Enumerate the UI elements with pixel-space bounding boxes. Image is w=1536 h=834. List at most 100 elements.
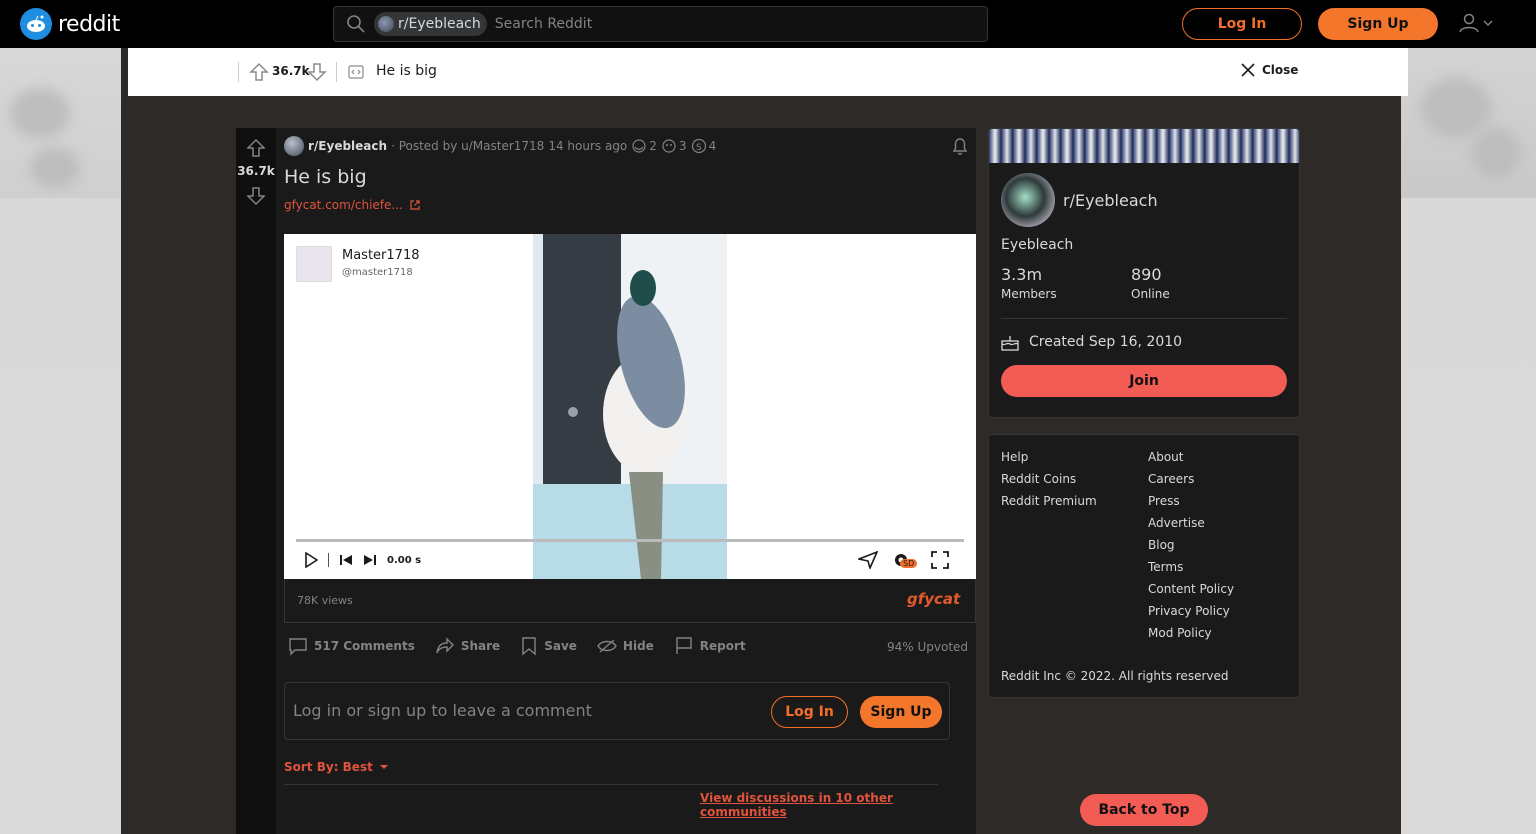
- video-progress-bar[interactable]: [296, 539, 964, 542]
- divider: [238, 62, 239, 82]
- join-button[interactable]: Join: [1001, 365, 1287, 397]
- video-author: Master1718 @master1718: [296, 246, 419, 282]
- share-button[interactable]: Share: [435, 636, 500, 656]
- created-date: Created Sep 16, 2010: [1029, 334, 1183, 350]
- footer-link[interactable]: Content Policy: [1148, 581, 1234, 597]
- back-to-top-button[interactable]: Back to Top: [1080, 794, 1208, 826]
- award-count: 2: [649, 139, 657, 153]
- share-icon: [436, 637, 454, 654]
- search-community-chip[interactable]: r/Eyebleach: [374, 12, 487, 36]
- divider: [336, 62, 337, 82]
- fullscreen-icon[interactable]: [931, 551, 950, 569]
- online-label: Online: [1131, 287, 1170, 301]
- post-actions: 517 Comments Share Save Hide Report: [288, 636, 746, 656]
- post-score: 36.7k: [272, 64, 310, 78]
- post-meta: r/Eyebleach · Posted by u/Master1718 14 …: [284, 136, 716, 156]
- community-avatar[interactable]: [1001, 173, 1055, 227]
- post-container: 36.7k r/Eyebleach · Posted by u/Master17…: [236, 128, 976, 834]
- sort-by-label: Sort By: Best: [284, 760, 373, 774]
- divider: [284, 784, 938, 785]
- share-video-icon[interactable]: [858, 551, 878, 569]
- award-badge[interactable]: 2: [631, 138, 657, 154]
- other-discussions-link[interactable]: View discussions in 10 other communities: [700, 791, 976, 819]
- footer-link[interactable]: Advertise: [1148, 515, 1234, 531]
- next-frame-icon[interactable]: [363, 553, 377, 567]
- signup-button[interactable]: Sign Up: [1318, 8, 1438, 40]
- cake-icon: [1001, 336, 1019, 351]
- comment-signup-button[interactable]: Sign Up: [860, 696, 942, 728]
- save-button[interactable]: Save: [520, 636, 577, 656]
- play-icon[interactable]: [304, 552, 318, 568]
- video-controls-right: SD: [858, 551, 950, 569]
- chevron-down-icon: [1483, 20, 1493, 27]
- community-card: r/Eyebleach Eyebleach 3.3m Members 890 O…: [988, 128, 1300, 418]
- footer-link[interactable]: Careers: [1148, 471, 1234, 487]
- downvote-icon[interactable]: [246, 186, 266, 206]
- downvote-icon[interactable]: [307, 62, 327, 82]
- login-button[interactable]: Log In: [1182, 8, 1302, 40]
- upvote-icon[interactable]: [249, 62, 269, 82]
- community-name[interactable]: r/Eyebleach: [1063, 191, 1158, 210]
- award-badge[interactable]: 3: [661, 138, 687, 154]
- community-avatar-icon: [378, 16, 394, 32]
- video-author-avatar: [296, 246, 332, 282]
- post-top-bar: 36.7k He is big Close: [128, 48, 1408, 96]
- upvote-icon[interactable]: [246, 138, 266, 158]
- award-badge[interactable]: S 4: [691, 138, 716, 154]
- hide-button[interactable]: Hide: [597, 638, 654, 654]
- divider: [1001, 318, 1287, 319]
- award-hug-icon: [632, 139, 646, 153]
- award-silver-icon: S: [691, 138, 706, 154]
- user-icon: [1459, 13, 1479, 33]
- search-bar[interactable]: r/Eyebleach Search Reddit: [333, 6, 988, 42]
- report-button[interactable]: Report: [674, 636, 746, 656]
- footer-link[interactable]: Mod Policy: [1148, 625, 1234, 641]
- copyright-text: Reddit Inc © 2022. All rights reserved: [1001, 669, 1229, 683]
- footer-link[interactable]: About: [1148, 449, 1234, 465]
- post-external-link[interactable]: gfycat.com/chiefe...: [284, 198, 421, 212]
- post-link-text: gfycat.com/chiefe...: [284, 198, 403, 212]
- upvote-ratio: 94% Upvoted: [887, 640, 969, 654]
- sort-by-dropdown[interactable]: Sort By: Best: [284, 760, 391, 774]
- gfycat-logo[interactable]: gfycat: [907, 590, 960, 608]
- footer-link[interactable]: Blog: [1148, 537, 1234, 553]
- post-title[interactable]: He is big: [284, 166, 367, 188]
- footer-link[interactable]: Reddit Coins: [1001, 471, 1097, 487]
- close-button[interactable]: Close: [1240, 62, 1298, 78]
- background-right: [1401, 48, 1536, 834]
- footer-link[interactable]: Press: [1148, 493, 1234, 509]
- video-frame[interactable]: [533, 234, 727, 579]
- vote-column: 36.7k: [236, 128, 276, 834]
- quality-settings-button[interactable]: SD: [892, 551, 918, 569]
- search-input[interactable]: Search Reddit: [495, 16, 592, 32]
- reddit-snoo-icon: [20, 8, 52, 40]
- comment-login-button[interactable]: Log In: [771, 696, 848, 728]
- comment-icon: [289, 638, 307, 656]
- video-info-bar: 78K views gfycat: [284, 579, 976, 623]
- award-wholesome-icon: [662, 139, 676, 153]
- post-bar-title: He is big: [376, 63, 437, 79]
- online-count: 890: [1131, 265, 1162, 284]
- subreddit-avatar[interactable]: [284, 136, 304, 156]
- caret-down-icon: [379, 765, 388, 769]
- posted-by[interactable]: · Posted by u/Master1718: [391, 139, 544, 153]
- video-controls-left: 0.00 s: [304, 552, 421, 568]
- footer-link[interactable]: Terms: [1148, 559, 1234, 575]
- previous-frame-icon[interactable]: [339, 553, 353, 567]
- comment-login-box: Log in or sign up to leave a comment Log…: [284, 682, 950, 740]
- members-count: 3.3m: [1001, 265, 1043, 284]
- footer-link[interactable]: Reddit Premium: [1001, 493, 1097, 509]
- reddit-logo[interactable]: reddit: [20, 8, 120, 40]
- comments-button[interactable]: 517 Comments: [288, 636, 415, 656]
- subreddit-link[interactable]: r/Eyebleach: [308, 139, 387, 153]
- video-time: 0.00 s: [387, 554, 422, 566]
- user-menu-button[interactable]: [1458, 12, 1494, 34]
- footer-link[interactable]: Privacy Policy: [1148, 603, 1234, 619]
- video-player[interactable]: Master1718 @master1718 0.00 s SD: [284, 234, 976, 579]
- flag-icon: [676, 637, 692, 654]
- footer-link[interactable]: Help: [1001, 449, 1097, 465]
- notification-bell-icon[interactable]: [950, 136, 970, 156]
- video-author-handle: @master1718: [342, 267, 413, 278]
- embed-post-icon: [348, 65, 364, 79]
- svg-text:S: S: [696, 143, 702, 153]
